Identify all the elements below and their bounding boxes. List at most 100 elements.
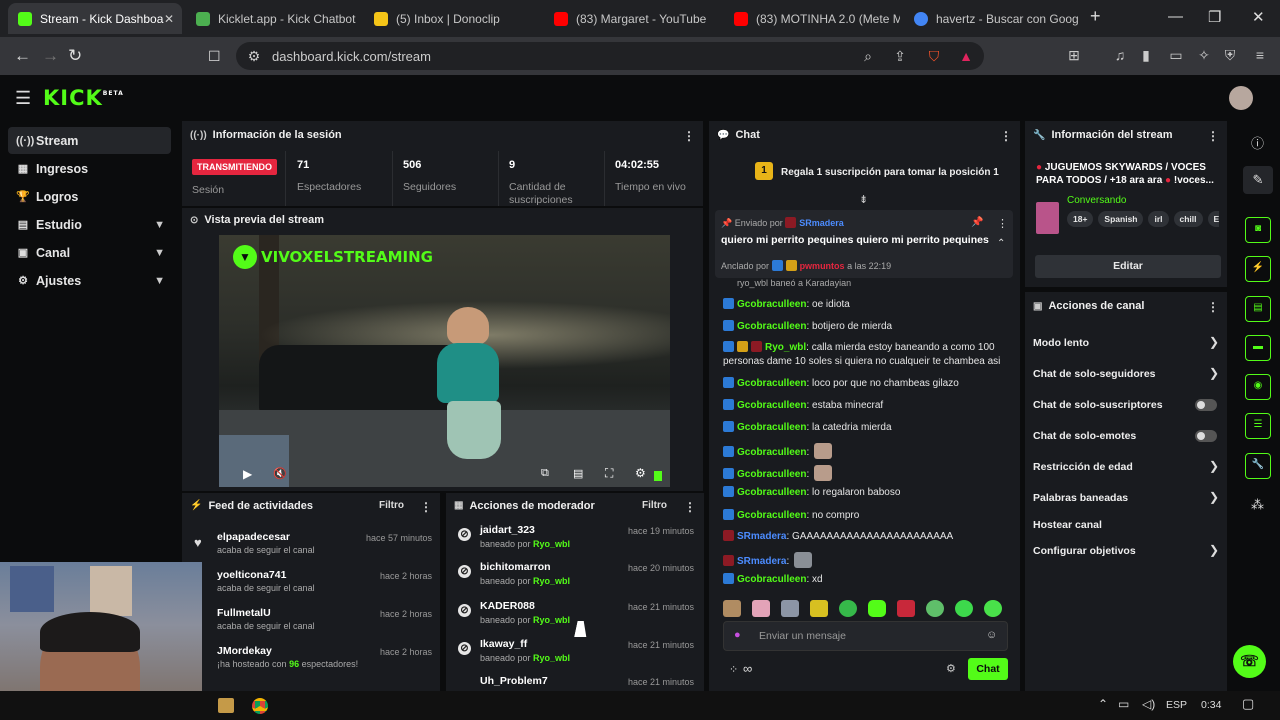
feed-item-name[interactable]: FullmetalU (217, 607, 271, 619)
bookmark-icon[interactable]: ☐ (208, 46, 221, 66)
feed-filter-button[interactable]: Filtro (379, 500, 404, 511)
sidebar-item-ingresos[interactable]: ▦ Ingresos (8, 155, 171, 182)
feed-item-name[interactable]: yoelticona741 (217, 569, 286, 581)
action-banned-words[interactable]: Palabras baneadas (1033, 492, 1223, 504)
chat-username[interactable]: SRmadera (737, 531, 786, 542)
sidebar-icon[interactable]: ▮ (1138, 47, 1154, 63)
chat-username[interactable]: Gcobraculleen (737, 510, 806, 521)
file-explorer-icon[interactable] (218, 698, 234, 713)
edit-stream-button[interactable]: Editar (1035, 255, 1221, 278)
hamburger-menu-icon[interactable]: ☰ (15, 88, 31, 109)
mod-target-name[interactable]: bichitomarron (480, 561, 551, 573)
action-configure-goals[interactable]: Configurar objetivos (1033, 545, 1223, 557)
chat-username[interactable]: Gcobraculleen (737, 321, 806, 332)
tag[interactable]: chill (1173, 211, 1203, 227)
gift-sub-promo[interactable]: Regala 1 suscripción para tomar la posic… (781, 167, 999, 178)
chevron-right-icon[interactable]: ❯ (1209, 490, 1219, 504)
wallet-icon[interactable]: ▭ (1168, 47, 1184, 63)
close-tab-icon[interactable]: ✕ (164, 12, 174, 26)
pin-collapse-icon[interactable]: ⇟ (859, 193, 868, 206)
mod-target-name[interactable]: jaidart_323 (480, 524, 535, 536)
stream-category[interactable]: Conversando (1067, 195, 1126, 206)
chevron-right-icon[interactable]: ❯ (1209, 335, 1219, 349)
emote-icon[interactable] (810, 600, 828, 617)
reload-icon[interactable]: ↻ (68, 46, 82, 66)
chevron-up-icon[interactable]: ⌃ (1098, 697, 1108, 711)
tag[interactable]: 18+ (1067, 211, 1094, 227)
more-options-icon[interactable]: ⋮ (1207, 300, 1219, 314)
stream-video[interactable]: ▼ VIVOXELSTREAMING ▶ 🔇 ⧉ ▤ ⛶ ⚙ (219, 235, 670, 487)
broadcast-icon[interactable]: ◉ (1245, 374, 1271, 400)
chat-settings-gear-icon[interactable]: ⚙ (946, 662, 956, 675)
chat-username[interactable]: Gcobraculleen (737, 422, 806, 433)
action-age-restriction[interactable]: Restricción de edad (1033, 461, 1223, 473)
zoom-icon[interactable]: ⌕ (860, 48, 876, 64)
chevron-right-icon[interactable]: ❯ (1209, 459, 1219, 473)
more-options-icon[interactable]: ⋮ (997, 217, 1008, 230)
mod-target-name[interactable]: Ikaway_ff (480, 638, 527, 650)
chevron-right-icon[interactable]: ❯ (1209, 543, 1219, 557)
menu-icon[interactable]: ≡ (1252, 47, 1268, 63)
more-options-icon[interactable]: ⋮ (420, 500, 432, 514)
maximize-icon[interactable]: ❐ (1208, 8, 1221, 26)
theatre-icon[interactable]: ▤ (573, 467, 583, 480)
emotes-only-toggle[interactable] (1195, 430, 1217, 442)
chat-input[interactable]: ● Enviar un mensaje ☺ (723, 621, 1008, 651)
emoji-icon[interactable]: ☺ (986, 629, 997, 641)
new-tab-icon[interactable]: + (1090, 6, 1101, 27)
chat-username[interactable]: Ryo_wbl (765, 342, 806, 353)
support-chat-icon[interactable]: ☏ (1233, 645, 1266, 678)
sidebar-item-ajustes[interactable]: ⚙ Ajustes ▼ (8, 267, 171, 294)
settings-gear-icon[interactable]: ⚙ (635, 466, 646, 480)
tag[interactable]: irl (1148, 211, 1169, 227)
apps-icon[interactable]: ⁂ (1251, 497, 1264, 513)
mod-target-name[interactable]: KADER088 (480, 600, 535, 612)
volume-icon[interactable]: ◁) (1142, 697, 1155, 711)
play-icon[interactable]: ▶ (243, 467, 252, 481)
more-options-icon[interactable]: ⋮ (1000, 129, 1012, 143)
send-chat-button[interactable]: Chat (968, 658, 1008, 680)
language-indicator[interactable]: ESP (1166, 699, 1187, 711)
sidebar-item-stream[interactable]: ((·)) Stream (8, 127, 171, 154)
more-options-icon[interactable]: ⋮ (1207, 129, 1219, 143)
chat-bubble-icon[interactable]: ▬ (1245, 335, 1271, 361)
more-options-icon[interactable]: ⋮ (683, 129, 695, 143)
unpin-icon[interactable]: 📌 (971, 217, 983, 228)
action-host-channel[interactable]: Hostear canal (1033, 519, 1223, 531)
microphone-icon[interactable]: ● (734, 629, 741, 641)
chat-username[interactable]: Gcobraculleen (737, 487, 806, 498)
emote-icon[interactable] (984, 600, 1002, 617)
brave-shield-icon[interactable]: ⛉ (926, 48, 942, 64)
brave-rewards-icon[interactable]: ▲ (958, 48, 974, 64)
close-window-icon[interactable]: ✕ (1252, 8, 1265, 26)
site-info-icon[interactable]: ⚙ (246, 48, 262, 64)
notifications-icon[interactable]: ▢ (1242, 696, 1254, 712)
chat-username[interactable]: Gcobraculleen (737, 378, 806, 389)
minimize-icon[interactable]: — (1168, 8, 1183, 25)
action-followers-only[interactable]: Chat de solo-seguidores (1033, 368, 1223, 380)
chat-username[interactable]: SRmadera (737, 556, 786, 567)
wrench-icon[interactable]: 🔧 (1245, 453, 1271, 479)
avatar[interactable] (1229, 86, 1253, 110)
feed-item-name[interactable]: JMordekay (217, 645, 272, 657)
tag[interactable]: Esp (1207, 211, 1219, 227)
chat-username[interactable]: Gcobraculleen (737, 447, 806, 458)
emote-icon[interactable] (752, 600, 770, 617)
camera-icon[interactable]: ◙ (1245, 217, 1271, 243)
tab-donoclip[interactable]: (5) Inbox | Donoclip (364, 3, 540, 34)
vpn-icon[interactable]: ⛨ (1222, 47, 1238, 63)
moderation-filter-button[interactable]: Filtro (642, 500, 667, 511)
tab-search-icon[interactable]: ⊞ (1066, 47, 1082, 63)
points-icon[interactable]: ⁘ (729, 663, 738, 676)
emote-icon[interactable] (897, 600, 915, 617)
clock[interactable]: 0:34 (1201, 699, 1221, 711)
mod-target-name[interactable]: Uh_Problem7 (480, 675, 548, 687)
pinned-sender[interactable]: SRmadera (799, 218, 844, 228)
popout-icon[interactable]: ⧉ (541, 467, 549, 480)
chat-username[interactable]: Gcobraculleen (737, 574, 806, 585)
mute-icon[interactable]: 🔇 (273, 467, 287, 480)
pinned-by-user[interactable]: pwmuntos (800, 261, 845, 271)
chat-username[interactable]: Gcobraculleen (737, 400, 806, 411)
list-icon[interactable]: ☰ (1245, 413, 1271, 439)
tab-google-search[interactable]: havertz - Buscar con Goog (904, 3, 1080, 34)
